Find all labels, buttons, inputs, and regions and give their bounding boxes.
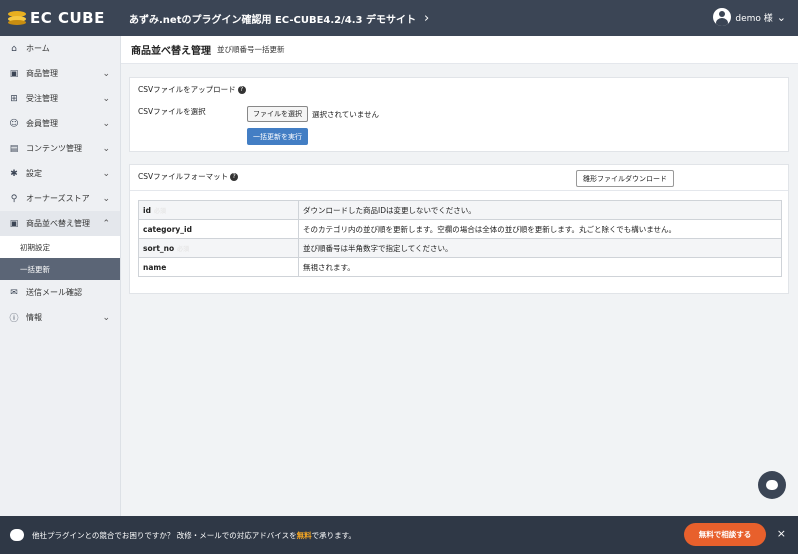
plug-icon: ⚲ xyxy=(10,193,18,204)
file-icon: ▤ xyxy=(9,143,19,154)
sidebar-item-label: 商品管理 xyxy=(26,69,58,78)
format-table: id 必須 ダウンロードした商品IDは変更しないでください。 category_i… xyxy=(138,200,782,277)
sidebar-item-label: コンテンツ管理 xyxy=(26,144,82,153)
page-title-bar: 商品並べ替え管理 並び順番号一括更新 xyxy=(121,36,798,64)
csv-field-label: CSVファイルを選択 xyxy=(138,107,206,116)
column-key: sort_no xyxy=(143,243,175,253)
banner-text-highlight: 無料 xyxy=(296,530,312,540)
home-icon: ⌂ xyxy=(11,43,17,54)
mail-icon: ✉ xyxy=(10,287,18,298)
required-badge: 必須 xyxy=(177,245,190,253)
user-name: demo 様 xyxy=(735,13,773,24)
template-download-button[interactable]: 雛形ファイルダウンロード xyxy=(576,170,674,187)
column-key: name xyxy=(143,262,167,272)
chat-button[interactable] xyxy=(758,471,786,499)
free-consult-button[interactable]: 無料で相談する xyxy=(684,523,766,546)
sidebar-item-orders[interactable]: ⊞ 受注管理 ⌄ xyxy=(0,86,120,111)
sidebar-subitem-initial-settings[interactable]: 初期設定 xyxy=(0,236,120,258)
sidebar-item-info[interactable]: ⓘ 情報 ⌄ xyxy=(0,305,120,330)
file-status-text: 選択されていません xyxy=(312,110,380,119)
app-header: EC CUBE あずみ.netのプラグイン確認用 EC-CUBE4.2/4.3 … xyxy=(0,0,798,36)
box-icon: ▣ xyxy=(9,218,19,229)
sidebar: ⌂ ホーム ▣ 商品管理 ⌄ ⊞ 受注管理 ⌄ ☺ 会員管理 ⌄ ▤ コンテンツ… xyxy=(0,36,121,516)
format-heading-text: CSVファイルフォーマット xyxy=(138,172,229,181)
chat-bubble-icon xyxy=(766,480,778,490)
sidebar-item-label: ホーム xyxy=(26,44,50,53)
sidebar-item-products[interactable]: ▣ 商品管理 ⌄ xyxy=(0,61,120,86)
bulk-update-button[interactable]: 一括更新を実行 xyxy=(247,128,308,145)
page-title: 商品並べ替え管理 xyxy=(131,46,211,57)
sidebar-item-label: 設定 xyxy=(26,169,42,178)
chevron-down-icon: ⌄ xyxy=(102,93,110,104)
banner-text: 他社プラグインとの競合でお困りですか？ 改修・メールでの対応アドバイスを無料で承… xyxy=(32,530,356,541)
column-description: ダウンロードした商品IDは変更しないでください。 xyxy=(298,200,782,220)
sidebar-item-content[interactable]: ▤ コンテンツ管理 ⌄ xyxy=(0,136,120,161)
column-key: category_id xyxy=(143,224,192,234)
sidebar-item-label: 会員管理 xyxy=(26,119,58,128)
site-name-link[interactable]: あずみ.netのプラグイン確認用 EC-CUBE4.2/4.3 デモサイト xyxy=(129,11,416,26)
sidebar-item-label: 受注管理 xyxy=(26,94,58,103)
banner-text-after: で承ります。 xyxy=(311,530,356,540)
chevron-down-icon: ⌄ xyxy=(102,193,110,204)
chevron-down-icon: ⌄ xyxy=(776,10,786,24)
upload-card-heading: CSVファイルをアップロード ? xyxy=(138,84,246,95)
sidebar-item-customers[interactable]: ☺ 会員管理 ⌄ xyxy=(0,111,120,136)
gear-icon: ✱ xyxy=(10,168,18,179)
chevron-down-icon: ⌄ xyxy=(102,143,110,154)
logo-text: EC CUBE xyxy=(30,9,105,27)
column-description: 並び順番号は半角数字で指定してください。 xyxy=(298,238,782,258)
format-card-heading: CSVファイルフォーマット ? xyxy=(138,171,239,182)
chevron-down-icon: ⌄ xyxy=(102,168,110,179)
page-subtitle: 並び順番号一括更新 xyxy=(217,45,285,54)
column-description: そのカテゴリ内の並び順を更新します。空欄の場合は全体の並び順を更新します。丸ごと… xyxy=(298,219,782,239)
main-content: 商品並べ替え管理 並び順番号一括更新 CSVファイルをアップロード ? CSVフ… xyxy=(121,36,798,516)
upload-card: CSVファイルをアップロード ? CSVファイルを選択 ファイルを選択 選択され… xyxy=(129,77,789,152)
box-icon: ▣ xyxy=(9,68,19,79)
user-menu[interactable]: demo 様 ⌄ xyxy=(713,8,786,26)
table-row: category_id そのカテゴリ内の並び順を更新します。空欄の場合は全体の並… xyxy=(138,219,782,239)
banner-text-before: 他社プラグインとの競合でお困りですか？ 改修・メールでの対応アドバイスを xyxy=(32,530,297,540)
sidebar-item-label: 商品並べ替え管理 xyxy=(26,219,90,228)
users-icon: ☺ xyxy=(9,118,19,129)
user-avatar-icon xyxy=(713,8,732,26)
sidebar-item-owners-store[interactable]: ⚲ オーナーズストア ⌄ xyxy=(0,186,120,211)
help-icon[interactable]: ? xyxy=(230,172,239,181)
sidebar-item-label: 送信メール確認 xyxy=(26,288,82,297)
chevron-up-icon: ⌃ xyxy=(102,218,110,229)
chevron-down-icon: ⌄ xyxy=(102,118,110,129)
help-icon[interactable]: ? xyxy=(237,85,246,94)
cart-icon: ⊞ xyxy=(10,93,18,104)
promo-banner: 他社プラグインとの競合でお困りですか？ 改修・メールでの対応アドバイスを無料で承… xyxy=(0,516,798,554)
table-row: name 無視されます。 xyxy=(138,257,782,277)
sidebar-item-sent-mail[interactable]: ✉ 送信メール確認 xyxy=(0,280,120,305)
close-icon[interactable]: × xyxy=(777,527,786,540)
table-row: sort_no 必須 並び順番号は半角数字で指定してください。 xyxy=(138,238,782,258)
info-icon: ⓘ xyxy=(9,314,19,324)
chevron-down-icon: ⌄ xyxy=(102,68,110,79)
required-badge: 必須 xyxy=(153,207,166,215)
chat-bubble-icon xyxy=(10,529,24,541)
sidebar-item-settings[interactable]: ✱ 設定 ⌄ xyxy=(0,161,120,186)
table-row: id 必須 ダウンロードした商品IDは変更しないでください。 xyxy=(138,200,782,220)
sidebar-item-label: 情報 xyxy=(26,313,42,322)
chevron-down-icon: ⌄ xyxy=(102,312,110,323)
format-card: CSVファイルフォーマット ? 雛形ファイルダウンロード id 必須 ダウンロード… xyxy=(129,164,789,294)
column-key: id xyxy=(143,205,151,215)
sidebar-item-label: オーナーズストア xyxy=(26,194,90,203)
divider xyxy=(130,190,788,191)
column-description: 無視されます。 xyxy=(298,257,782,277)
ec-cube-logo[interactable]: EC CUBE xyxy=(0,9,121,27)
upload-heading-text: CSVファイルをアップロード xyxy=(138,85,236,94)
sidebar-item-home[interactable]: ⌂ ホーム xyxy=(0,36,120,61)
chevron-right-icon[interactable]: › xyxy=(424,11,429,26)
sidebar-item-sort-management[interactable]: ▣ 商品並べ替え管理 ⌃ xyxy=(0,211,120,236)
file-select-button[interactable]: ファイルを選択 xyxy=(247,106,308,122)
sidebar-subitem-bulk-update[interactable]: 一括更新 xyxy=(0,258,120,280)
cube-logo-icon xyxy=(8,11,26,25)
